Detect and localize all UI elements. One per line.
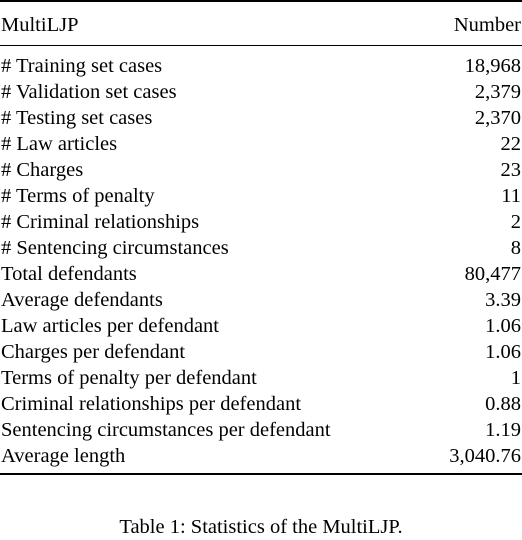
table-row: Charges per defendant 1.06 [0, 339, 522, 365]
row-label: # Validation set cases [1, 81, 177, 103]
table-row: Criminal relationships per defendant 0.8… [0, 391, 522, 417]
row-label: # Charges [1, 159, 84, 181]
row-value: 3.39 [485, 289, 521, 311]
row-value: 0.88 [485, 393, 521, 415]
row-label: # Testing set cases [1, 107, 153, 129]
row-label: Law articles per defendant [1, 315, 219, 337]
row-value: 11 [501, 185, 521, 207]
column-header-number: Number [453, 14, 521, 36]
table-row: # Training set cases 18,968 [0, 53, 522, 79]
spacer-after-mid-rule [0, 46, 522, 53]
row-label: # Law articles [1, 133, 118, 155]
table-bottom-rule [0, 473, 522, 475]
row-label: Sentencing circumstances per defendant [1, 419, 331, 441]
row-value: 2,370 [474, 107, 521, 129]
row-value: 80,477 [464, 263, 521, 285]
row-value: 1.06 [485, 315, 521, 337]
table-row: # Terms of penalty 11 [0, 183, 522, 209]
table-row: Sentencing circumstances per defendant 1… [0, 417, 522, 443]
table-row: # Law articles 22 [0, 131, 522, 157]
row-value: 2 [510, 211, 521, 233]
table-row: Law articles per defendant 1.06 [0, 313, 522, 339]
row-label: # Criminal relationships [1, 211, 200, 233]
column-header-multiljp: MultiLJP [1, 14, 79, 36]
row-value: 1.06 [485, 341, 521, 363]
table-row: Average length 3,040.76 [0, 443, 522, 469]
bottom-rule-line [0, 473, 522, 475]
row-value: 18,968 [464, 55, 521, 77]
row-value: 23 [500, 159, 522, 181]
row-value: 8 [510, 237, 521, 259]
row-value: 2,379 [474, 81, 521, 103]
row-label: # Sentencing circumstances [1, 237, 229, 259]
row-label: Charges per defendant [1, 341, 186, 363]
row-label: Total defendants [1, 263, 137, 285]
table-header-row: MultiLJP Number [0, 6, 522, 44]
row-value: 1 [510, 367, 521, 389]
row-value: 3,040.76 [449, 445, 521, 467]
table-row: # Sentencing circumstances 8 [0, 235, 522, 261]
row-label: Average defendants [1, 289, 163, 311]
table-row: # Criminal relationships 2 [0, 209, 522, 235]
row-value: 1.19 [485, 419, 521, 441]
table-row: Total defendants 80,477 [0, 261, 522, 287]
table-figure: MultiLJP Number # Training set cases 18,… [0, 0, 522, 540]
table-caption: Table 1: Statistics of the MultiLJP. [119, 516, 403, 538]
table-row: # Validation set cases 2,379 [0, 79, 522, 105]
table-body: MultiLJP Number # Training set cases 18,… [0, 0, 522, 475]
row-label: # Terms of penalty [1, 185, 155, 207]
row-label: Terms of penalty per defendant [1, 367, 257, 389]
table-row: # Testing set cases 2,370 [0, 105, 522, 131]
row-label: Average length [1, 445, 126, 467]
table-row: # Charges 23 [0, 157, 522, 183]
statistics-table-block: MultiLJP Number # Training set cases 18,… [0, 0, 522, 475]
row-label: Criminal relationships per defendant [1, 393, 302, 415]
row-label: # Training set cases [1, 55, 163, 77]
row-value: 22 [500, 133, 522, 155]
statistics-table: MultiLJP Number # Training set cases 18,… [0, 0, 522, 475]
table-row: Terms of penalty per defendant 1 [0, 365, 522, 391]
table-row: Average defendants 3.39 [0, 287, 522, 313]
